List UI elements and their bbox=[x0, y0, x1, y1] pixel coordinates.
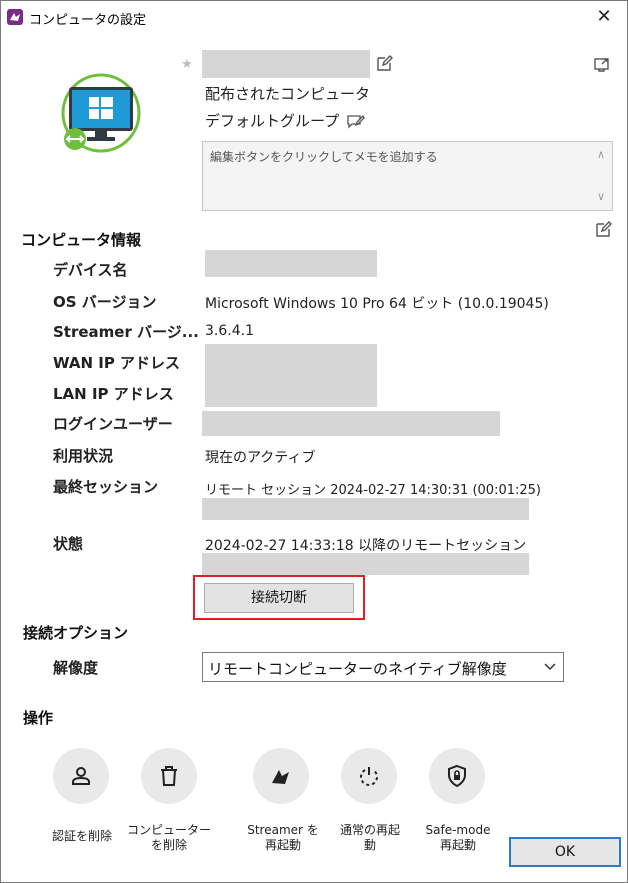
delete-computer-label: コンピューター を削除 bbox=[126, 823, 211, 852]
resolution-label: 解像度 bbox=[53, 659, 99, 677]
computer-name-redacted bbox=[202, 50, 370, 78]
normal-restart-button[interactable] bbox=[341, 748, 397, 804]
remove-auth-label: 認証を削除 bbox=[51, 829, 112, 843]
status-detail-redacted bbox=[202, 553, 529, 575]
ok-button[interactable]: OK bbox=[509, 837, 621, 867]
wan-ip-label: WAN IP アドレス bbox=[53, 354, 181, 372]
windows-computer-icon bbox=[61, 73, 141, 153]
group-name-label: デフォルトグループ bbox=[205, 112, 340, 130]
normal-restart-label: 通常の再起 動 bbox=[339, 823, 400, 852]
streamer-logo-icon bbox=[272, 770, 289, 784]
device-name-redacted bbox=[205, 250, 377, 277]
memo-textarea[interactable]: 編集ボタンをクリックしてメモを追加する ∧ ∨ bbox=[202, 141, 613, 211]
remove-auth-button[interactable] bbox=[53, 748, 109, 804]
popout-window-icon[interactable] bbox=[593, 55, 611, 73]
favorite-star-icon[interactable]: ★ bbox=[181, 57, 193, 72]
os-version-value: Microsoft Windows 10 Pro 64 ビット (10.0.19… bbox=[205, 296, 549, 312]
disconnect-button[interactable]: 接続切断 bbox=[204, 583, 354, 613]
restart-streamer-button[interactable] bbox=[253, 748, 309, 804]
close-button[interactable]: ✕ bbox=[589, 5, 619, 29]
restart-streamer-label: Streamer を 再起動 bbox=[247, 823, 319, 852]
usage-value: 現在のアクティブ bbox=[205, 450, 316, 466]
streamer-version-label: Streamer バージ... bbox=[53, 323, 199, 341]
last-session-label: 最終セッション bbox=[53, 478, 159, 496]
title-bar: コンピュータの設定 ✕ bbox=[1, 1, 627, 33]
last-session-value: リモート セッション 2024-02-27 14:30:31 (00:01:25… bbox=[205, 483, 541, 498]
distributed-computer-label: 配布されたコンピュータ bbox=[205, 85, 371, 103]
device-name-label: デバイス名 bbox=[53, 261, 128, 279]
lan-ip-label: LAN IP アドレス bbox=[53, 385, 174, 403]
streamer-version-value: 3.6.4.1 bbox=[205, 323, 254, 339]
settings-window: コンピュータの設定 ✕ ★ 配布されたコンピュータ デフォルトグループ 編集ボタ… bbox=[0, 0, 628, 883]
edit-name-icon[interactable] bbox=[376, 54, 394, 72]
memo-scrollbar[interactable]: ∧ ∨ bbox=[594, 142, 612, 210]
connection-options-heading: 接続オプション bbox=[23, 624, 129, 642]
safe-mode-restart-button[interactable] bbox=[429, 748, 485, 804]
resolution-selected-value: リモートコンピューターのネイティブ解像度 bbox=[208, 660, 507, 678]
computer-info-heading: コンピュータ情報 bbox=[21, 231, 142, 249]
app-logo-icon bbox=[7, 9, 23, 25]
operations-heading: 操作 bbox=[23, 709, 54, 727]
safe-mode-restart-label: Safe-mode 再起動 bbox=[425, 823, 491, 852]
window-title: コンピュータの設定 bbox=[29, 13, 147, 28]
chevron-down-icon bbox=[544, 663, 556, 671]
status-value: 2024-02-27 14:33:18 以降のリモートセッション bbox=[205, 538, 527, 554]
login-user-label: ログインユーザー bbox=[53, 415, 173, 433]
login-user-redacted bbox=[202, 411, 500, 436]
close-icon: ✕ bbox=[596, 6, 612, 27]
os-version-label: OS バージョン bbox=[53, 293, 157, 311]
delete-computer-button[interactable] bbox=[141, 748, 197, 804]
memo-placeholder: 編集ボタンをクリックしてメモを追加する bbox=[210, 150, 438, 164]
shield-lock-icon bbox=[448, 764, 466, 788]
user-icon bbox=[72, 767, 90, 785]
usage-label: 利用状況 bbox=[53, 447, 114, 465]
status-label: 状態 bbox=[53, 535, 84, 553]
edit-group-icon[interactable] bbox=[347, 113, 365, 129]
last-session-detail-redacted bbox=[202, 498, 529, 520]
ip-address-redacted bbox=[205, 344, 377, 407]
resolution-select[interactable]: リモートコンピューターのネイティブ解像度 bbox=[202, 652, 564, 682]
edit-info-icon[interactable] bbox=[595, 220, 613, 238]
power-icon bbox=[360, 767, 378, 786]
scroll-up-icon[interactable]: ∧ bbox=[597, 148, 605, 161]
trash-icon bbox=[161, 766, 177, 786]
scroll-down-icon[interactable]: ∨ bbox=[597, 190, 605, 203]
